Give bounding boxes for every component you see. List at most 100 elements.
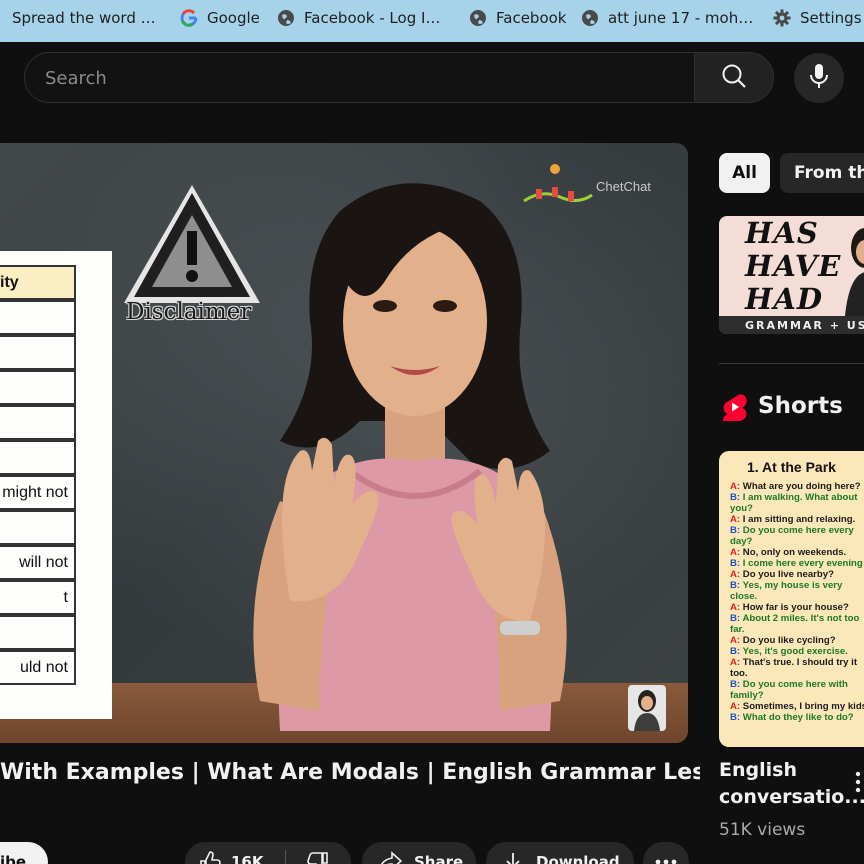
table-cell <box>0 335 76 370</box>
video-title: With Examples | What Are Modals | Englis… <box>0 760 700 785</box>
dialogue-text-line: About 2 miles. It's not too <box>742 613 860 624</box>
table-header-cell: ity <box>0 265 76 300</box>
more-actions-button[interactable] <box>643 842 689 864</box>
dialogue-text-line: Yes, my house is very <box>742 580 843 591</box>
dialogue-line: day? <box>730 536 752 547</box>
dialogue-speaker: B: <box>730 679 741 690</box>
dialogue-speaker: A: <box>730 481 741 492</box>
table-cell <box>0 300 76 335</box>
thumbs-up-icon <box>199 851 221 864</box>
thumbnail-person <box>845 228 864 316</box>
thumbs-down-icon <box>307 851 329 864</box>
short-thumbnail[interactable]: 1. At the Park A: What are you doing her… <box>719 451 864 747</box>
dialogue-text-line: Do you live nearby? <box>742 569 834 580</box>
dialogue-text-line: far. <box>730 624 745 635</box>
like-dislike-group: 16K <box>185 842 351 864</box>
share-icon <box>378 851 402 864</box>
more-horizontal-icon <box>655 859 677 864</box>
dialogue-line: A: I am sitting and relaxing. <box>730 514 855 525</box>
dialogue-speaker: B: <box>730 712 741 723</box>
dialogue-line: B: Yes, it's good exercise. <box>730 646 848 657</box>
dialogue-text-line: What do they like to do? <box>742 712 854 723</box>
bookmarks-bar: Spread the word ab... Google Facebook - … <box>0 0 864 42</box>
dialogue-speaker: B: <box>730 525 741 536</box>
short-views: 51K views <box>719 820 806 840</box>
more-vertical-icon[interactable] <box>852 770 864 794</box>
video-player[interactable]: ity might not will not t uld not Disclai… <box>0 143 688 743</box>
dialogue-speaker: A: <box>730 657 741 668</box>
dialogue-text-line: family? <box>730 690 764 701</box>
bookmark-google[interactable]: Google <box>180 0 270 36</box>
dialogue-line: B: Do you come here every <box>730 525 854 536</box>
dialogue-line: A: That's true. I should try it <box>730 657 857 668</box>
globe-icon <box>469 9 487 27</box>
table-cell: will not <box>0 545 76 580</box>
like-button[interactable]: 16K <box>185 842 285 864</box>
dialogue-speaker: B: <box>730 646 741 657</box>
bookmark-label: Spread the word ab... <box>12 9 158 27</box>
dialogue-speaker: A: <box>730 701 741 712</box>
globe-icon <box>277 9 295 27</box>
bookmark-facebook[interactable]: Facebook <box>469 0 569 36</box>
table-cell: uld not <box>0 650 76 685</box>
search-icon <box>721 63 747 93</box>
rail-divider <box>719 363 864 364</box>
dialogue-text-line: you? <box>730 503 753 514</box>
dialogue-text-line: No, only on weekends. <box>742 547 847 558</box>
bookmark-spread-the-word[interactable]: Spread the word ab... <box>0 0 158 36</box>
dialogue-text-line: Do you come here with <box>742 679 848 690</box>
dialogue-text-line: day? <box>730 536 753 547</box>
dialogue-text-line: I am walking. What about <box>742 492 858 503</box>
dialogue-line: A: Sometimes, I bring my kids <box>730 701 864 712</box>
download-button[interactable]: Download <box>486 842 634 864</box>
globe-icon <box>581 9 599 27</box>
bookmark-label: Google <box>207 9 260 27</box>
bookmark-settings[interactable]: Settings <box>773 0 864 36</box>
dialogue-line: A: What are you doing here? <box>730 481 861 492</box>
dialogue-line: family? <box>730 690 764 701</box>
dialogue-line: B: I am walking. What about <box>730 492 857 503</box>
subscribe-button[interactable]: ribe <box>0 842 48 864</box>
dialogue-speaker: A: <box>730 602 741 613</box>
thumbnail-text: HAVE <box>745 249 842 283</box>
short-title[interactable]: English conversatio... <box>719 757 864 811</box>
dialogue-line: A: Do you live nearby? <box>730 569 834 580</box>
bookmark-att-june-17[interactable]: att june 17 - mohan... <box>581 0 755 36</box>
dialogue-text-line: Do you come here every <box>742 525 854 536</box>
bookmark-facebook-login[interactable]: Facebook - Log In o... <box>277 0 449 36</box>
like-count: 16K <box>231 853 264 864</box>
dialogue-line: A: Do you like cycling? <box>730 635 836 646</box>
download-icon <box>502 851 524 864</box>
download-label: Download <box>536 853 620 864</box>
table-cell: t <box>0 580 76 615</box>
dialogue-text-line: How far is your house? <box>742 602 849 613</box>
share-button[interactable]: Share <box>362 842 476 864</box>
dialogue-text-line: What are you doing here? <box>742 481 861 492</box>
google-icon <box>180 9 198 27</box>
dialogue-text-line: too. <box>730 668 748 679</box>
thumbnail-text: HAS <box>745 216 819 250</box>
search-button[interactable] <box>694 52 774 103</box>
dialogue-line: B: Yes, my house is very <box>730 580 842 591</box>
table-cell <box>0 615 76 650</box>
table-cell <box>0 370 76 405</box>
bookmark-label: Facebook <box>496 9 567 27</box>
voice-search-button[interactable] <box>794 53 844 103</box>
dialogue-speaker: B: <box>730 492 741 503</box>
bookmark-label: Facebook - Log In o... <box>304 9 449 27</box>
dialogue-line: B: I come here every evening <box>730 558 863 569</box>
table-cell: might not <box>0 475 76 510</box>
search-input[interactable] <box>45 64 685 92</box>
chip-from-the-channel[interactable]: From the <box>780 153 864 193</box>
short-heading: 1. At the Park <box>747 459 836 475</box>
dialogue-line: too. <box>730 668 748 679</box>
recommended-video-thumbnail[interactable]: HAS HAVE HAD GRAMMAR + USAGE <box>719 216 864 334</box>
dialogue-line: B: What do they like to do? <box>730 712 854 723</box>
chip-all[interactable]: All <box>719 153 770 193</box>
subscribe-label: ribe <box>0 853 26 864</box>
dialogue-text-line: I am sitting and relaxing. <box>742 514 856 525</box>
shorts-logo-icon <box>723 394 747 421</box>
dialogue-speaker: A: <box>730 547 741 558</box>
dislike-button[interactable] <box>285 842 351 864</box>
dialogue-speaker: B: <box>730 580 741 591</box>
